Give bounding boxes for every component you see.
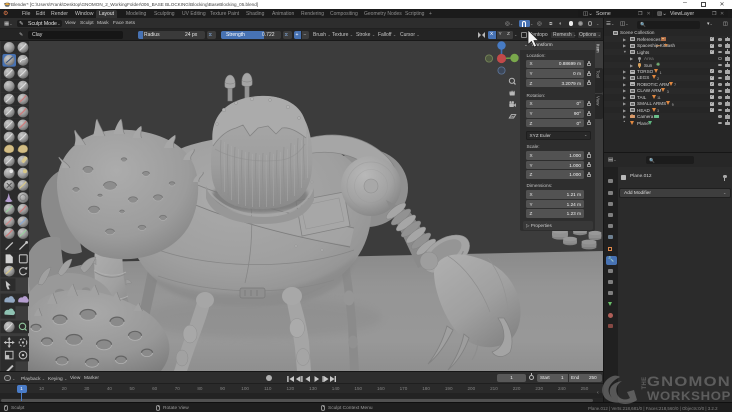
svg-text:WORKSHOP: WORKSHOP bbox=[647, 391, 731, 403]
svg-text:GNOMON: GNOMON bbox=[647, 374, 731, 389]
